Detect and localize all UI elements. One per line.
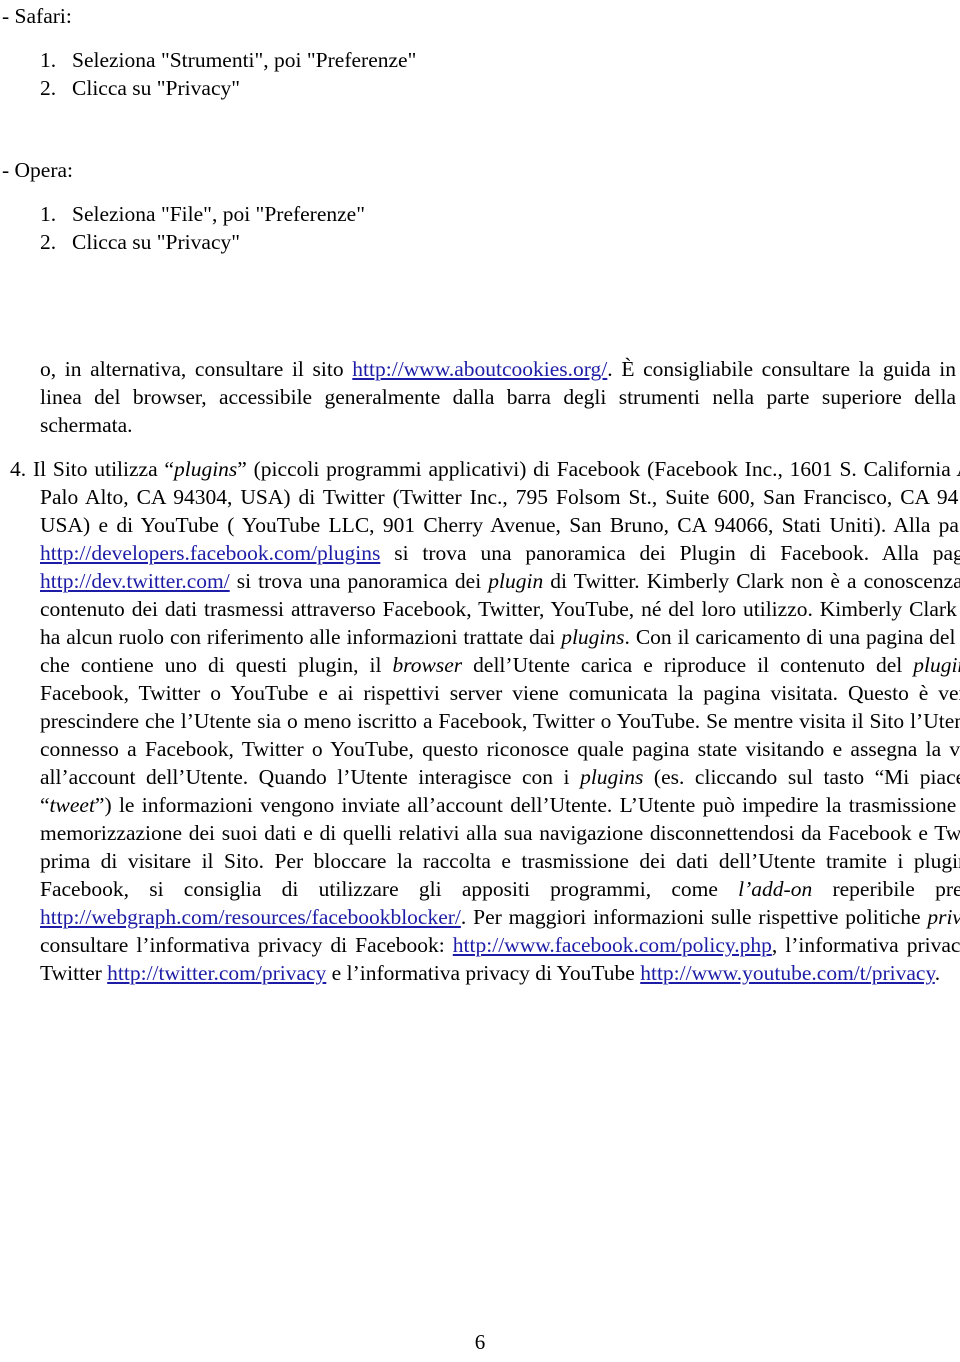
paragraph-lead-text: o, in alternativa, consultare il sito [40,357,353,381]
plugins-paragraph: 4. Il Sito utilizza “plugins” (piccoli p… [0,455,960,987]
page-number: 6 [474,1330,486,1354]
list-marker: 2. [40,230,57,254]
alternative-paragraph: o, in alternativa, consultare il sito ht… [40,355,956,439]
list-item: 1. Seleziona "File", poi "Preferenze" [0,200,365,228]
inline-link[interactable]: http://www.youtube.com/t/privacy [640,961,935,985]
body-text: Il Sito utilizza “ [32,457,174,481]
list-item-text: Clicca su "Privacy" [72,230,241,254]
plugins-paragraph-body: Il Sito utilizza “plugins” (piccoli prog… [33,457,960,985]
emphasis-text: browser [392,653,463,677]
safari-steps-list: 1. Seleziona "Strumenti", poi "Preferenz… [0,46,416,102]
list-item: 2. Clicca su "Privacy" [0,74,416,102]
document-page: - Safari: 1. Seleziona "Strumenti", poi … [0,0,960,1362]
paragraph-marker: 4. [10,457,27,481]
list-item-text: Clicca su "Privacy" [72,76,241,100]
emphasis-text: plugin [488,569,544,593]
list-marker: 1. [40,202,57,226]
list-marker: 2. [40,76,57,100]
emphasis-text: tweet [49,793,95,817]
body-text: reperibile presso: [832,877,960,901]
aboutcookies-link[interactable]: http://www.aboutcookies.org/ [352,357,607,381]
list-item-text: Seleziona "Strumenti", poi "Preferenze" [72,48,417,72]
inline-link[interactable]: http://webgraph.com/resources/facebookbl… [40,905,461,929]
body-text: si trova una panoramica dei Plugin di Fa… [380,541,960,565]
list-item: 1. Seleziona "Strumenti", poi "Preferenz… [0,46,416,74]
browser-heading-safari: - Safari: [2,4,72,28]
body-text: si trova una panoramica dei [229,569,489,593]
list-item-text: Seleziona "File", poi "Preferenze" [72,202,366,226]
body-text: . [934,961,941,985]
list-marker: 1. [40,48,57,72]
emphasis-text: plugins [580,765,644,789]
body-text: consultare l’informativa privacy di Face… [40,933,453,957]
emphasis-text: privacy, [927,905,960,929]
inline-link[interactable]: http://www.facebook.com/policy.php [453,933,772,957]
inline-link[interactable]: http://developers.facebook.com/plugins [40,541,380,565]
list-item: 2. Clicca su "Privacy" [0,228,365,256]
body-text: e l’informativa privacy di YouTube [326,961,641,985]
emphasis-text: plugins [173,457,238,481]
opera-steps-list: 1. Seleziona "File", poi "Preferenze" 2.… [0,200,365,256]
body-text: . Per maggiori informazioni sulle rispet… [460,905,928,929]
emphasis-text: plugins [561,625,625,649]
body-text: dell’Utente carica e riproduce il conten… [462,653,914,677]
browser-heading-opera: - Opera: [2,158,74,182]
emphasis-text: l’add-on [738,877,813,901]
emphasis-text: plugin [913,653,960,677]
inline-link[interactable]: http://twitter.com/privacy [107,961,326,985]
inline-link[interactable]: http://dev.twitter.com/ [40,569,230,593]
